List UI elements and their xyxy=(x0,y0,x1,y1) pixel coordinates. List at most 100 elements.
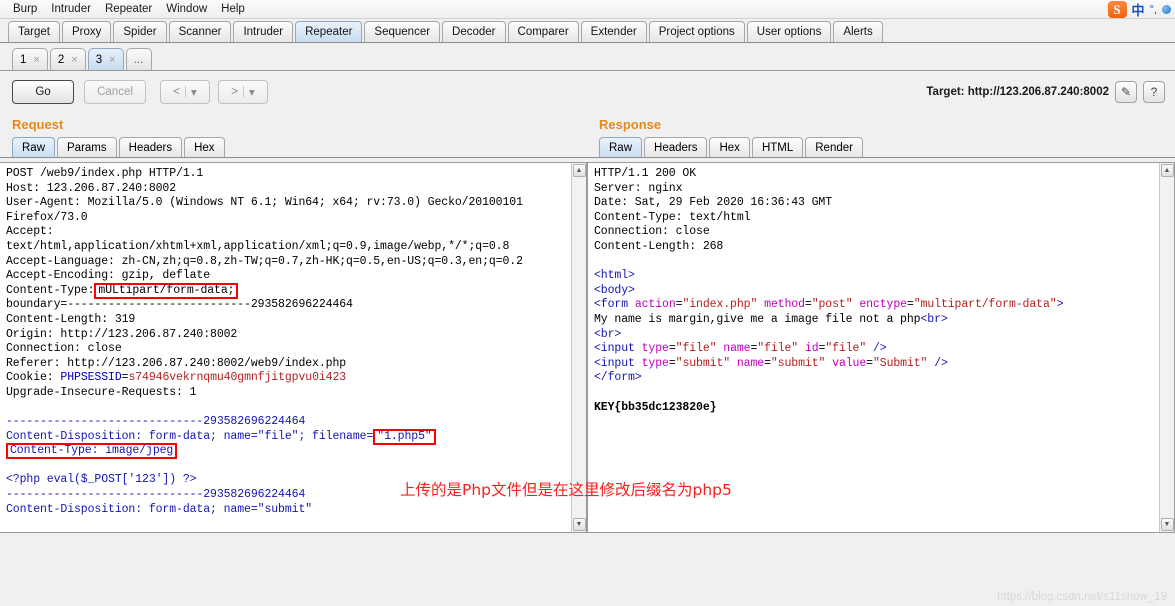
cancel-button[interactable]: Cancel xyxy=(84,80,146,104)
response-scrollbar[interactable]: ▲ ▼ xyxy=(1159,163,1174,532)
response-tab-headers[interactable]: Headers xyxy=(644,137,708,157)
close-icon[interactable]: × xyxy=(71,54,77,66)
res-input-submit-val-name: "submit" xyxy=(770,356,826,370)
res-line-connection: Connection: close xyxy=(594,225,710,239)
req-line-user-agent-cont: Firefox/73.0 xyxy=(6,210,88,224)
res-form-val-action: "index.php" xyxy=(682,298,758,312)
tab-alerts[interactable]: Alerts xyxy=(833,21,883,42)
req-line-cookie-key: Cookie: xyxy=(6,371,61,385)
tab-comparer[interactable]: Comparer xyxy=(507,21,579,42)
scroll-up-icon[interactable]: ▲ xyxy=(572,164,586,177)
request-tab-params[interactable]: Params xyxy=(57,137,117,157)
chevron-right-icon: > xyxy=(231,86,238,98)
tab-proxy[interactable]: Proxy xyxy=(61,21,112,42)
tab-project-options[interactable]: Project options xyxy=(648,21,745,42)
target-url-label: Target: http://123.206.87.240:8002 xyxy=(926,86,1109,98)
res-line-body-open: <body> xyxy=(594,283,635,297)
req-line-boundary-2: -----------------------------29358269622… xyxy=(6,488,306,502)
response-tab-html[interactable]: HTML xyxy=(751,137,804,157)
response-raw-text[interactable]: HTTP/1.1 200 OK Server: nginx Date: Sat,… xyxy=(588,163,1159,532)
part-content-type-highlight: Content-Type: image/jpeg xyxy=(6,443,178,460)
res-input-submit-close: /> xyxy=(927,356,948,370)
request-tab-headers[interactable]: Headers xyxy=(118,137,183,157)
response-panel: Response Raw Headers Hex HTML Render HTT… xyxy=(587,113,1175,533)
menu-item-burp[interactable]: Burp xyxy=(6,2,44,16)
annotation-text: 上传的是Php文件但是在这里修改后缀名为php5 xyxy=(400,481,732,499)
cookie-name: PHPSESSID xyxy=(60,371,122,385)
tab-repeater[interactable]: Repeater xyxy=(295,21,363,42)
req-line-accept-encoding: Accept-Encoding: gzip, deflate xyxy=(6,269,211,283)
tab-spider[interactable]: Spider xyxy=(113,21,167,42)
res-br: <br> xyxy=(594,327,622,341)
scroll-track[interactable] xyxy=(1160,177,1174,518)
tab-user-options[interactable]: User options xyxy=(746,21,832,42)
cookie-value: s74946vekrnqmu40gmnfjitgpvu0i423 xyxy=(128,371,347,385)
scroll-up-icon[interactable]: ▲ xyxy=(1160,164,1174,177)
repeater-tab-new[interactable]: ... xyxy=(125,48,152,70)
res-line-date: Date: Sat, 29 Feb 2020 16:36:43 GMT xyxy=(594,196,833,210)
request-scrollbar[interactable]: ▲ ▼ xyxy=(571,163,586,532)
tab-intruder[interactable]: Intruder xyxy=(233,21,294,42)
target-area: Target: http://123.206.87.240:8002 ✎ ? xyxy=(926,71,1165,113)
repeater-tab-1[interactable]: 1 × xyxy=(12,48,48,70)
request-tab-hex[interactable]: Hex xyxy=(184,137,225,157)
repeater-toolbar: Go Cancel < | ▾ > | ▾ Target: http://123… xyxy=(0,71,1175,113)
request-tab-raw[interactable]: Raw xyxy=(12,137,56,157)
res-form-tag: <form xyxy=(594,298,635,312)
forward-button[interactable]: > | ▾ xyxy=(218,80,268,104)
scroll-track[interactable] xyxy=(572,177,586,518)
res-input-file-attr-name: name xyxy=(723,342,751,356)
scroll-down-icon[interactable]: ▼ xyxy=(1160,518,1174,531)
go-button[interactable]: Go xyxy=(12,80,74,104)
req-line-request-line: POST /web9/index.php HTTP/1.1 xyxy=(6,167,204,180)
menu-item-window[interactable]: Window xyxy=(159,2,214,16)
response-tab-hex[interactable]: Hex xyxy=(709,137,750,157)
tab-target[interactable]: Target xyxy=(8,21,60,42)
menu-item-help[interactable]: Help xyxy=(214,2,252,16)
req-line-accept-language: Accept-Language: zh-CN,zh;q=0.8,zh-TW;q=… xyxy=(6,254,523,268)
sogou-logo-icon[interactable]: S xyxy=(1107,1,1127,18)
divider: | xyxy=(241,86,245,98)
ime-punctuation-icon[interactable]: °, xyxy=(1150,4,1157,16)
res-input-submit-attr-type: type xyxy=(641,356,669,370)
menu-item-repeater[interactable]: Repeater xyxy=(98,2,159,16)
close-icon[interactable]: × xyxy=(109,54,115,66)
pencil-icon[interactable]: ✎ xyxy=(1115,81,1137,103)
res-br-inline: <br> xyxy=(920,312,948,326)
request-raw-text[interactable]: POST /web9/index.php HTTP/1.1 Host: 123.… xyxy=(0,163,571,532)
res-form-attr-method: method xyxy=(764,298,805,312)
help-icon[interactable]: ? xyxy=(1143,81,1165,103)
req-line-boundary: boundary=---------------------------2935… xyxy=(6,298,353,312)
res-key-flag: KEY{bb35dc123820e} xyxy=(594,400,717,414)
response-tab-render[interactable]: Render xyxy=(805,137,863,157)
res-input-file-val-name: "file" xyxy=(757,342,799,356)
res-input-submit-val-value: "Submit" xyxy=(872,356,928,370)
res-form-val-enctype: "multipart/form-data" xyxy=(913,298,1057,312)
tab-sequencer[interactable]: Sequencer xyxy=(364,21,441,42)
request-tab-bar: Raw Params Headers Hex xyxy=(0,136,587,158)
ime-status-dot-icon[interactable] xyxy=(1162,5,1171,14)
req-line-origin: Origin: http://123.206.87.240:8002 xyxy=(6,327,238,341)
repeater-tab-1-label: 1 xyxy=(20,53,27,66)
res-message: My name is margin,give me a image file n… xyxy=(594,312,921,326)
close-icon[interactable]: × xyxy=(33,54,39,66)
repeater-tab-3-label: 3 xyxy=(95,53,103,66)
scroll-down-icon[interactable]: ▼ xyxy=(572,518,586,531)
res-input-submit-tag: <input xyxy=(594,356,642,370)
back-button[interactable]: < | ▾ xyxy=(160,80,210,104)
tab-scanner[interactable]: Scanner xyxy=(168,21,232,42)
res-line-status: HTTP/1.1 200 OK xyxy=(594,167,697,180)
menu-bar: Burp Intruder Repeater Window Help S 中 °… xyxy=(0,0,1175,19)
menu-item-intruder[interactable]: Intruder xyxy=(44,2,98,16)
res-line-html-open: <html> xyxy=(594,269,635,283)
response-tab-raw[interactable]: Raw xyxy=(599,137,643,157)
res-input-file-val-type: "file" xyxy=(675,342,717,356)
tab-decoder[interactable]: Decoder xyxy=(442,21,506,42)
ime-chinese-mode-icon[interactable]: 中 xyxy=(1132,0,1145,19)
tab-extender[interactable]: Extender xyxy=(580,21,647,42)
response-tab-bar: Raw Headers Hex HTML Render xyxy=(587,136,1175,158)
repeater-tab-2[interactable]: 2 × xyxy=(49,48,86,70)
res-input-file-close: /> xyxy=(866,342,887,356)
repeater-tab-3[interactable]: 3 × xyxy=(87,48,124,70)
req-line-upgrade: Upgrade-Insecure-Requests: 1 xyxy=(6,385,197,399)
